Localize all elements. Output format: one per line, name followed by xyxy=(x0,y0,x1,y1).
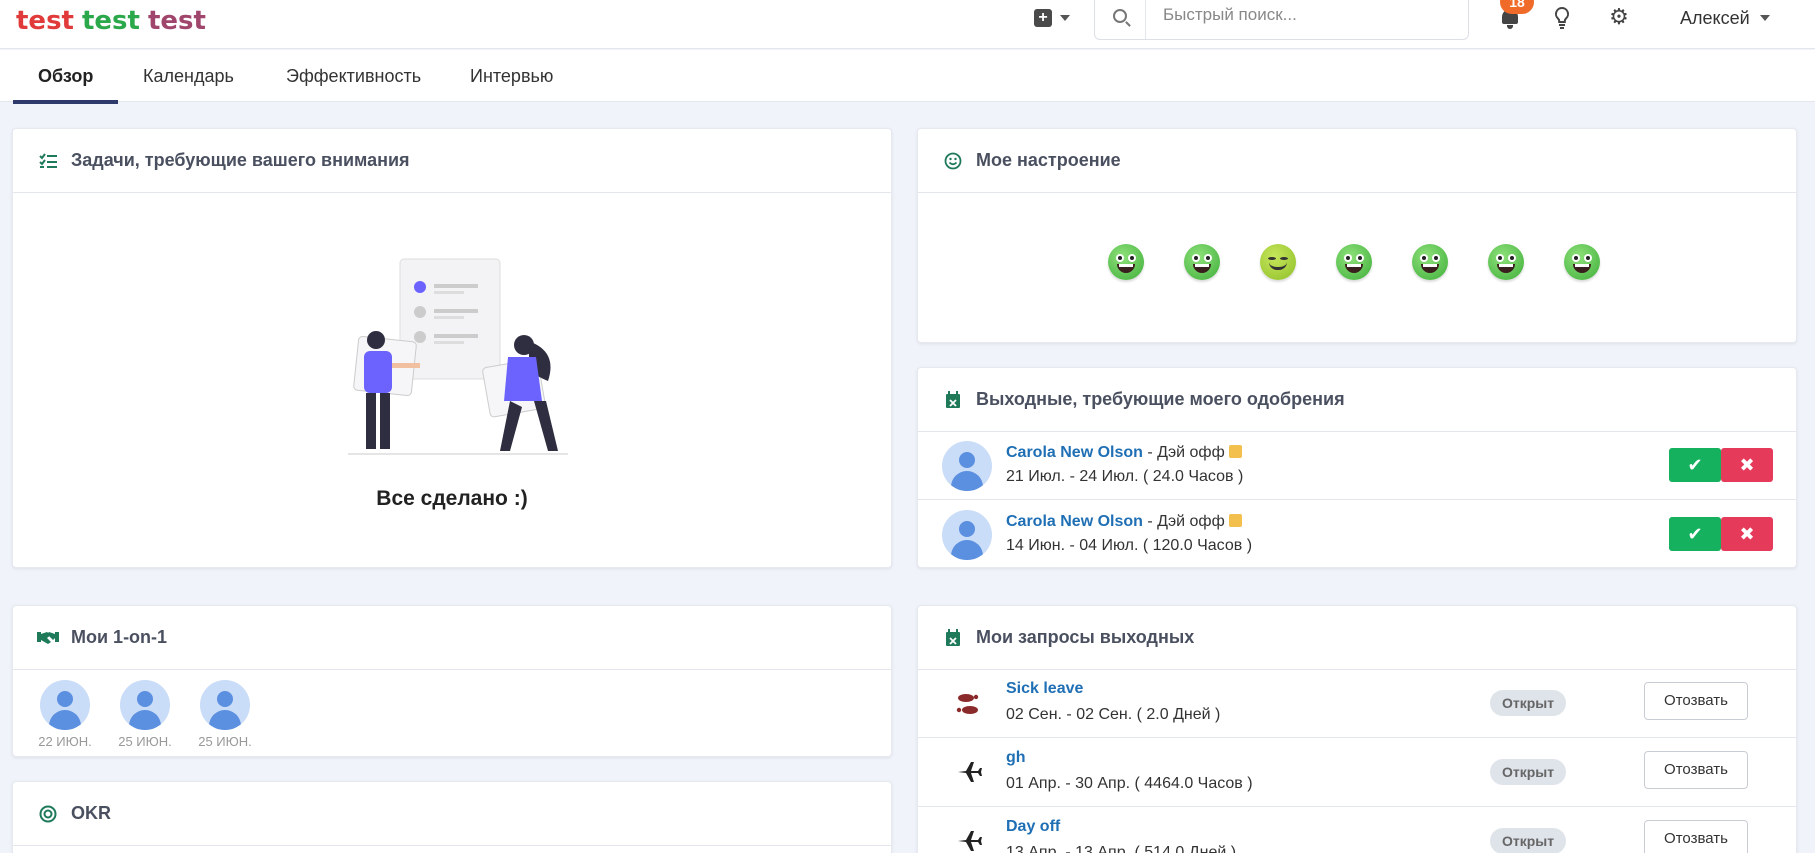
mood-card: Мое настроение xyxy=(917,128,1797,343)
mood-face-3[interactable] xyxy=(1260,244,1296,280)
gear-icon[interactable]: ⚙ xyxy=(1608,6,1630,28)
leave-requests-card: Мои запросы выходных Sick leave 02 Сен. … xyxy=(917,605,1797,853)
mood-face-5[interactable] xyxy=(1412,244,1448,280)
approval-row: Carola New Olson - Дэй офф 14 Июн. - 04 … xyxy=(918,501,1796,569)
leave-type-link[interactable]: Sick leave xyxy=(1006,680,1083,698)
mood-card-header: Мое настроение xyxy=(918,129,1796,193)
leave-requests-card-header: Мои запросы выходных xyxy=(918,606,1796,670)
tab-interviews[interactable]: Интервью xyxy=(470,50,553,102)
app-logo[interactable]: test test test xyxy=(16,6,214,36)
one-on-one-item[interactable]: 25 ИЮН. xyxy=(195,680,255,749)
mood-face-7[interactable] xyxy=(1564,244,1600,280)
leave-request-row: Day off 13 Апр. - 13 Апр. ( 514.0 Дней )… xyxy=(918,808,1796,853)
calendar-x-icon xyxy=(942,389,964,411)
leave-dates: 02 Сен. - 02 Сен. ( 2.0 Дней ) xyxy=(1006,706,1221,723)
reject-button[interactable]: ✖ xyxy=(1721,517,1773,551)
logo-word-2: test xyxy=(81,6,140,36)
user-menu[interactable]: Алексей xyxy=(1680,6,1770,30)
all-done-text: Все сделано :) xyxy=(376,487,528,510)
leave-requests-title: Мои запросы выходных xyxy=(976,627,1195,647)
mood-title: Мое настроение xyxy=(976,150,1121,170)
meeting-date: 22 ИЮН. xyxy=(38,734,92,749)
okr-title: OKR xyxy=(71,803,111,823)
leave-type: - Дэй офф xyxy=(1142,513,1225,530)
tasks-card: Задачи, требующие вашего внимания Все сд… xyxy=(12,128,892,568)
mood-face-1[interactable] xyxy=(1108,244,1144,280)
smile-icon xyxy=(942,150,964,172)
status-badge: Открыт xyxy=(1490,690,1567,716)
logo-word-1: test xyxy=(16,6,74,36)
footprints-icon xyxy=(954,690,984,718)
approve-button[interactable]: ✔ xyxy=(1669,448,1721,482)
avatar xyxy=(942,510,992,560)
lightbulb-icon[interactable] xyxy=(1553,6,1571,30)
logo-word-3: test xyxy=(147,6,206,36)
approvals-title: Выходные, требующие моего одобрения xyxy=(976,389,1345,409)
quick-search[interactable] xyxy=(1094,0,1469,40)
one-on-one-card: Мои 1-on-1 22 ИЮН. 25 ИЮН. 25 ИЮН. xyxy=(12,605,892,757)
tasks-card-header: Задачи, требующие вашего внимания xyxy=(13,129,891,193)
status-badge: Открыт xyxy=(1490,828,1567,853)
notification-badge[interactable]: 18 xyxy=(1500,0,1534,14)
top-bar: testtesttest + 18 ⚙ Алексей xyxy=(0,0,1815,49)
avatar xyxy=(120,680,170,730)
leave-type-link[interactable]: Day off xyxy=(1006,818,1060,836)
avatar xyxy=(942,441,992,491)
tab-performance[interactable]: Эффективность xyxy=(286,50,421,102)
approvals-card-header: Выходные, требующие моего одобрения xyxy=(918,368,1796,432)
chevron-down-icon xyxy=(1060,15,1070,21)
main-tabs: Обзор Календарь Эффективность Интервью xyxy=(0,50,1815,104)
requester-name-link[interactable]: Carola New Olson xyxy=(1006,444,1143,461)
handshake-icon xyxy=(37,627,59,649)
tab-calendar[interactable]: Календарь xyxy=(143,50,234,102)
one-on-one-item[interactable]: 25 ИЮН. xyxy=(115,680,175,749)
leave-dates: 13 Апр. - 13 Апр. ( 514.0 Дней ) xyxy=(1006,844,1237,853)
calendar-x-icon xyxy=(942,627,964,649)
okr-card: OKR xyxy=(12,781,892,853)
meeting-date: 25 ИЮН. xyxy=(118,734,172,749)
search-icon xyxy=(1113,9,1127,23)
plus-square-icon: + xyxy=(1034,9,1052,27)
approval-row: Carola New Olson - Дэй офф 21 Июл. - 24 … xyxy=(918,432,1796,500)
leave-dates: 14 Июн. - 04 Июл. ( 120.0 Часов ) xyxy=(1006,537,1253,554)
one-on-one-title: Мои 1-on-1 xyxy=(71,627,168,647)
avatar xyxy=(40,680,90,730)
leave-request-row: gh 01 Апр. - 30 Апр. ( 4464.0 Часов ) От… xyxy=(918,739,1796,807)
mood-face-2[interactable] xyxy=(1184,244,1220,280)
leave-request-row: Sick leave 02 Сен. - 02 Сен. ( 2.0 Дней … xyxy=(918,670,1796,738)
tab-overview[interactable]: Обзор xyxy=(12,50,119,104)
chevron-down-icon xyxy=(1759,15,1770,21)
one-on-one-item[interactable]: 22 ИЮН. xyxy=(35,680,95,749)
note-icon[interactable] xyxy=(1228,514,1242,527)
mood-face-6[interactable] xyxy=(1488,244,1524,280)
reject-button[interactable]: ✖ xyxy=(1721,448,1773,482)
checklist-icon xyxy=(37,150,59,172)
plane-icon xyxy=(954,828,984,853)
quick-add-button[interactable]: + xyxy=(1034,6,1070,30)
plane-icon xyxy=(954,759,984,787)
tasks-title: Задачи, требующие вашего внимания xyxy=(71,150,410,170)
mood-faces xyxy=(1108,244,1600,280)
note-icon[interactable] xyxy=(1228,445,1242,458)
status-badge: Открыт xyxy=(1490,759,1567,785)
mood-face-4[interactable] xyxy=(1336,244,1372,280)
revoke-button[interactable]: Отозвать xyxy=(1644,820,1748,853)
all-done-illustration xyxy=(348,258,568,455)
revoke-button[interactable]: Отозвать xyxy=(1644,751,1748,789)
leave-type: - Дэй офф xyxy=(1142,444,1225,461)
one-on-one-card-header: Мои 1-on-1 xyxy=(13,606,891,670)
search-input[interactable] xyxy=(1163,5,1453,25)
requester-name-link[interactable]: Carola New Olson xyxy=(1006,513,1143,530)
avatar xyxy=(200,680,250,730)
leave-type-link[interactable]: gh xyxy=(1006,749,1026,767)
target-icon xyxy=(37,803,59,825)
revoke-button[interactable]: Отозвать xyxy=(1644,682,1748,720)
user-name: Алексей xyxy=(1680,7,1750,28)
approve-button[interactable]: ✔ xyxy=(1669,517,1721,551)
okr-card-header: OKR xyxy=(13,782,891,846)
leave-dates: 21 Июл. - 24 Июл. ( 24.0 Часов ) xyxy=(1006,468,1244,485)
leave-dates: 01 Апр. - 30 Апр. ( 4464.0 Часов ) xyxy=(1006,775,1253,792)
approvals-card: Выходные, требующие моего одобрения Caro… xyxy=(917,367,1797,568)
meeting-date: 25 ИЮН. xyxy=(198,734,252,749)
